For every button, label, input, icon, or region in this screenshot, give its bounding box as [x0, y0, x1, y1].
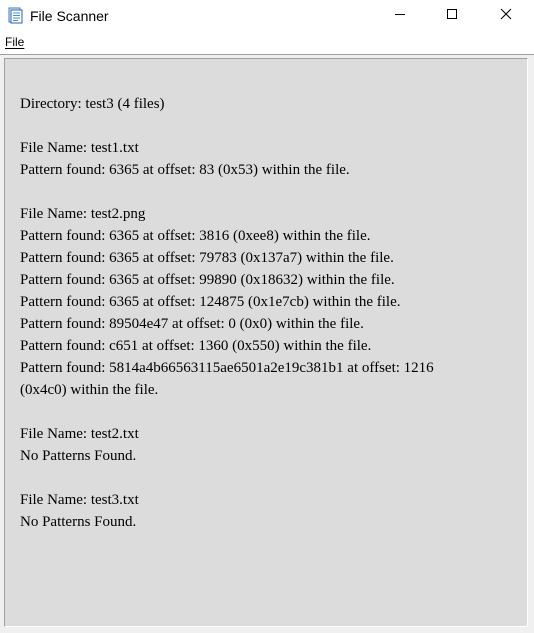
minimize-button[interactable] — [374, 0, 426, 32]
output-line: Pattern found: 5814a4b66563115ae6501a2e1… — [20, 360, 434, 376]
client-area: Directory: test3 (4 files) File Name: tes… — [0, 55, 534, 633]
close-button[interactable] — [480, 0, 532, 32]
close-icon — [500, 7, 512, 25]
window-title: File Scanner — [30, 8, 109, 24]
output-line: Directory: test3 (4 files) — [20, 96, 165, 112]
minimize-icon — [394, 7, 406, 25]
output-line: File Name: test3.txt — [20, 492, 139, 508]
menu-item-file[interactable]: File — [5, 35, 24, 49]
file-scanner-window: File Scanner File Directory: test3 (4 fi… — [0, 0, 534, 633]
output-line: Pattern found: 89504e47 at offset: 0 (0x… — [20, 316, 364, 332]
output-line: Pattern found: 6365 at offset: 3816 (0xe… — [20, 228, 371, 244]
output-line: File Name: test2.txt — [20, 426, 139, 442]
title-bar[interactable]: File Scanner — [0, 0, 534, 32]
output-line: Pattern found: 6365 at offset: 83 (0x53)… — [20, 162, 350, 178]
output-line: File Name: test1.txt — [20, 140, 139, 156]
maximize-button[interactable] — [426, 0, 478, 32]
output-line: No Patterns Found. — [20, 448, 137, 464]
output-line: No Patterns Found. — [20, 514, 137, 530]
menu-bar: File — [0, 32, 534, 55]
output-line: (0x4c0) within the file. — [20, 382, 159, 398]
output-line: File Name: test2.png — [20, 206, 146, 222]
output-line: Pattern found: 6365 at offset: 124875 (0… — [20, 294, 401, 310]
output-line: Pattern found: c651 at offset: 1360 (0x5… — [20, 338, 372, 354]
file-scanner-app-icon — [8, 7, 24, 24]
output-line: Pattern found: 6365 at offset: 99890 (0x… — [20, 272, 395, 288]
maximize-icon — [446, 7, 458, 25]
output-line: Pattern found: 6365 at offset: 79783 (0x… — [20, 250, 394, 266]
scan-output-textarea[interactable]: Directory: test3 (4 files) File Name: tes… — [4, 58, 528, 627]
